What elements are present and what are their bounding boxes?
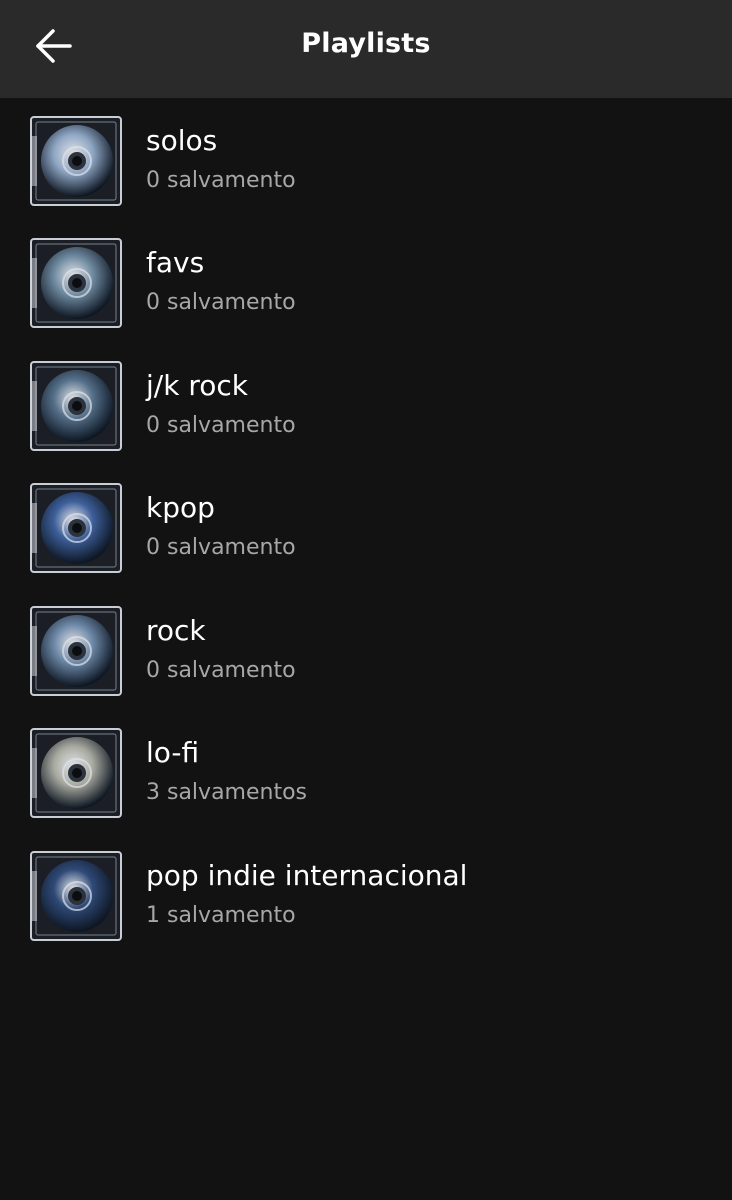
playlist-name: pop indie internacional	[146, 859, 468, 892]
playlist-name: lo-fi	[146, 736, 200, 769]
playlist-item[interactable]: rock 0 salvamento	[0, 588, 732, 710]
playlist-item[interactable]: solos 0 salvamento	[0, 98, 732, 220]
playlist-name: kpop	[146, 491, 215, 524]
playlist-item[interactable]: lo-fi 3 salvamentos	[0, 710, 732, 832]
playlist-cover	[30, 238, 122, 328]
cd-cover-art	[30, 606, 122, 696]
playlist-save-count: 0 salvamento	[146, 658, 296, 683]
playlist-name: rock	[146, 614, 206, 647]
app-header: Playlists	[0, 0, 732, 98]
playlist-save-count: 3 salvamentos	[146, 780, 308, 805]
cd-cover-art	[30, 483, 122, 573]
playlist-name: solos	[146, 124, 218, 157]
playlist-save-count: 1 salvamento	[146, 903, 296, 928]
playlist-save-count: 0 salvamento	[146, 168, 296, 193]
playlist-item[interactable]: favs 0 salvamento	[0, 220, 732, 342]
cd-cover-art	[30, 116, 122, 206]
cd-cover-art	[30, 238, 122, 328]
playlist-cover	[30, 361, 122, 451]
playlist-name: j/k rock	[146, 369, 248, 402]
playlist-save-count: 0 salvamento	[146, 290, 296, 315]
playlist-name: favs	[146, 246, 205, 279]
cd-cover-art	[30, 851, 122, 941]
playlist-item[interactable]: kpop 0 salvamento	[0, 465, 732, 587]
page-title: Playlists	[301, 28, 431, 59]
playlist-item[interactable]: pop indie internacional 1 salvamento	[0, 833, 732, 955]
playlist-cover	[30, 483, 122, 573]
playlist-item[interactable]: j/k rock 0 salvamento	[0, 343, 732, 465]
cd-cover-art	[30, 728, 122, 818]
playlist-cover	[30, 116, 122, 206]
playlist-cover	[30, 728, 122, 818]
cd-cover-art	[30, 361, 122, 451]
playlist-save-count: 0 salvamento	[146, 535, 296, 560]
playlist-cover	[30, 606, 122, 696]
playlist-cover	[30, 851, 122, 941]
playlist-save-count: 0 salvamento	[146, 413, 296, 438]
